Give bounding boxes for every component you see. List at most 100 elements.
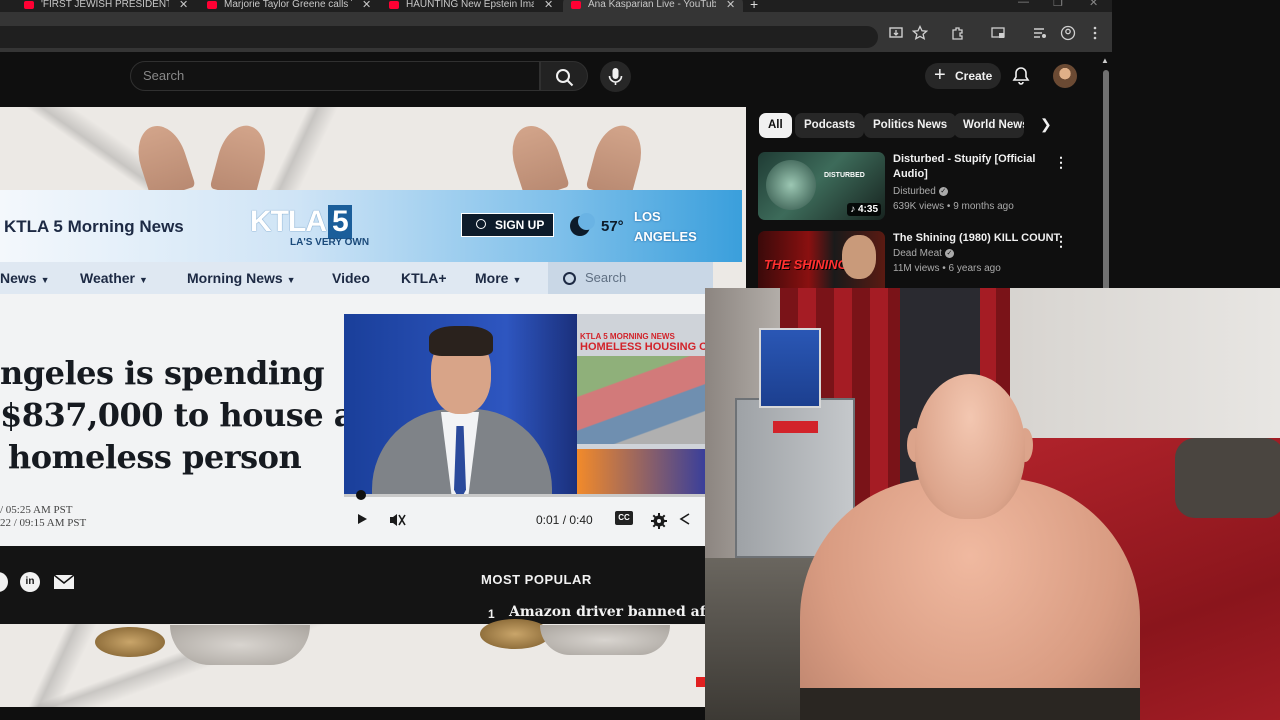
news-graphic-panel: KTLA 5 MORNING NEWS HOMELESS HOUSING COS… (577, 314, 705, 494)
profile-icon[interactable] (1060, 25, 1076, 41)
cat-face-decoration (170, 625, 310, 665)
create-button[interactable]: + Create (925, 63, 1001, 89)
channel-name[interactable]: Disturbed ✓ (893, 186, 948, 197)
ktla-tagline: LA'S VERY OWN (290, 237, 370, 248)
cat-face-decoration (540, 625, 670, 655)
thumbnail-artwork (766, 160, 816, 210)
linkedin-icon: in (20, 572, 40, 592)
minimize-button[interactable]: — (1018, 0, 1029, 8)
ktla-nav-item: More ▼ (475, 270, 522, 286)
ktla-nav-item: Weather ▼ (80, 270, 148, 286)
plus-icon: + (934, 64, 946, 86)
search-button[interactable] (540, 61, 588, 91)
recommended-video[interactable]: DISTURBED ♪ 4:35 Disturbed - Stupify [Of… (758, 152, 1098, 220)
captions-icon: CC (615, 511, 633, 525)
news-anchor (429, 326, 493, 356)
more-options-icon[interactable]: ⋮ (1054, 154, 1068, 171)
most-popular-item: Amazon driver banned afte (509, 604, 722, 620)
share-icon (679, 513, 690, 525)
chip-all[interactable]: All (759, 113, 792, 138)
progress-handle (356, 490, 366, 500)
browser-tab-active[interactable]: Ana Kasparian Live - YouTube ✕ (563, 0, 744, 12)
ktla-search-box: Search (548, 262, 713, 294)
streamer-shorts (800, 688, 1140, 720)
thumbnail-face (842, 235, 876, 279)
ktla-nav-item: Morning News ▼ (187, 270, 296, 286)
youtube-favicon-icon (571, 0, 581, 9)
video-thumbnail[interactable]: DISTURBED ♪ 4:35 (758, 152, 885, 220)
tents-photo (577, 356, 705, 444)
tab-close-icon[interactable]: ✕ (544, 0, 553, 11)
cast-media-icon[interactable] (990, 25, 1006, 41)
ktla-site-title: KTLA 5 Morning News (4, 217, 184, 236)
voice-search-button[interactable] (600, 61, 631, 92)
more-options-icon[interactable]: ⋮ (1054, 233, 1068, 250)
ktla-header: KTLA 5 Morning News KTLA 5 LA'S VERY OWN … (0, 190, 742, 262)
ktla-nav-item: Video (332, 270, 370, 286)
main-video-frame[interactable]: KTLA 5 Morning News KTLA 5 LA'S VERY OWN … (0, 107, 746, 707)
news-graphic-kicker: KTLA 5 MORNING NEWS (580, 332, 675, 341)
notifications-bell-icon[interactable] (1011, 66, 1031, 86)
install-app-icon[interactable] (888, 25, 904, 41)
embedded-progress-bar (344, 490, 705, 500)
headline-line: ngeles is spending (0, 354, 325, 392)
extensions-icon[interactable] (950, 25, 966, 41)
verified-check-icon: ✓ (944, 248, 954, 258)
youtube-favicon-icon (389, 0, 399, 9)
channel-name[interactable]: Dead Meat ✓ (893, 248, 954, 259)
youtube-favicon-icon (24, 0, 34, 9)
video-thumbnail[interactable]: THE SHINING (758, 231, 885, 288)
city-name: LOS ANGELES (634, 209, 697, 244)
browser-tab[interactable]: HAUNTING New Epstein Image ✕ (389, 0, 553, 12)
sticker (773, 421, 818, 433)
coin-decoration (480, 619, 550, 649)
address-bar[interactable] (0, 26, 878, 48)
media-controls-icon[interactable] (1032, 25, 1048, 41)
scroll-up-arrow-icon[interactable]: ▲ (1101, 56, 1109, 65)
verified-check-icon: ✓ (938, 186, 948, 196)
browser-tab[interactable]: Marjorie Taylor Greene calls Tru ✕ (207, 0, 371, 12)
video-title[interactable]: Disturbed - Stupify [Official Audio] (893, 152, 1053, 182)
thumbnail-caption: THE SHINING (764, 257, 848, 272)
ktla-logo: KTLA 5 (250, 205, 352, 239)
news-graphic-stripe (577, 449, 705, 494)
chip-world-news[interactable]: World News (954, 113, 1024, 138)
ktla-nav: News ▼ Weather ▼ Morning News ▼ Video KTLA+… (0, 262, 713, 294)
moon-weather-icon (570, 213, 595, 236)
ktla-signup-button: SIGN UP (461, 213, 554, 237)
tab-close-icon[interactable]: ✕ (726, 0, 735, 11)
chevron-right-icon[interactable]: ❯ (1040, 116, 1052, 133)
chip-podcasts[interactable]: Podcasts (795, 113, 865, 138)
news-graphic-title: HOMELESS HOUSING COSTS (580, 341, 705, 353)
microphone-icon (608, 68, 623, 85)
ktla-nav-item: KTLA+ (401, 270, 447, 286)
tab-title: HAUNTING New Epstein Image (406, 0, 534, 10)
updated-date: 22 / 09:15 AM PST (0, 517, 87, 529)
browser-tab[interactable]: 'FIRST JEWISH PRESIDENT': Ado ✕ (24, 0, 188, 12)
ktla-nav-item: News ▼ (0, 270, 50, 286)
youtube-favicon-icon (207, 0, 217, 9)
video-title[interactable]: The Shining (1980) KILL COUNT (893, 231, 1063, 246)
tab-close-icon[interactable]: ✕ (179, 0, 188, 11)
video-duration: ♪ 4:35 (847, 203, 881, 216)
play-icon (358, 514, 367, 524)
new-tab-button[interactable]: + (750, 0, 758, 12)
tab-close-icon[interactable]: ✕ (362, 0, 371, 11)
window-close-button[interactable]: ✕ (1089, 0, 1098, 9)
settings-gear-icon (651, 513, 667, 529)
mute-icon (390, 514, 406, 526)
beer-box (759, 328, 821, 408)
user-avatar[interactable] (1053, 64, 1077, 88)
most-popular-heading: MOST POPULAR (481, 572, 592, 587)
recommended-video[interactable]: THE SHINING The Shining (1980) KILL COUN… (758, 231, 1098, 288)
chip-politics-news[interactable]: Politics News (864, 113, 957, 138)
maximize-button[interactable]: ❐ (1053, 0, 1063, 9)
screen: { "browser": { "tabs": [ {"title": "'FIR… (0, 0, 1280, 720)
chrome-menu-icon[interactable] (1087, 25, 1103, 41)
social-circle-icon (0, 572, 8, 592)
bookmark-star-icon[interactable] (912, 25, 928, 41)
ktla-article: ngeles is spending $837,000 to house a h… (0, 294, 705, 546)
mail-icon (54, 575, 74, 589)
browser-tab-strip: 'FIRST JEWISH PRESIDENT': Ado ✕ Marjorie… (0, 0, 1112, 12)
youtube-search-input[interactable]: Search (130, 61, 540, 91)
